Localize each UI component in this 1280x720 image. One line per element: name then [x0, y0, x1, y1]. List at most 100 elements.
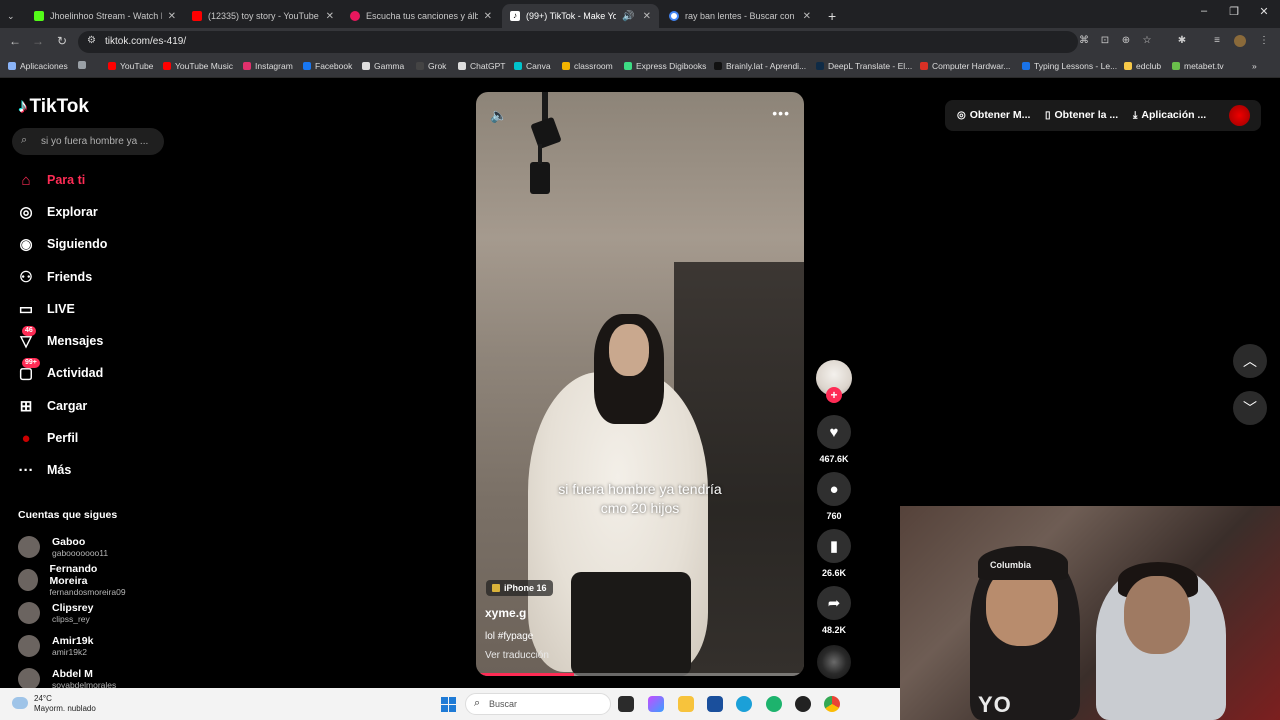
chrome-icon[interactable] — [824, 696, 840, 712]
desktop-app-button[interactable]: ⤓ Aplicación ... — [1133, 109, 1206, 121]
close-icon[interactable]: ✕ — [643, 11, 651, 22]
video-caption: si fuera hombre ya tendría cmo 20 hijos — [558, 481, 722, 516]
weather-temperature[interactable]: 24°C — [34, 694, 52, 703]
app-dark-icon[interactable] — [795, 696, 811, 712]
profile-avatar-icon[interactable] — [1234, 35, 1246, 47]
tiktok-logo[interactable]: ♪ TikTok — [18, 96, 89, 118]
sidebar-item-más[interactable]: ··· Más — [16, 457, 72, 483]
save-button[interactable]: ▮ 26.6K — [816, 529, 852, 578]
bookmark-favicon-icon — [514, 62, 522, 70]
cloud-weather-icon[interactable] — [12, 697, 28, 709]
comment-button[interactable]: ● 760 — [816, 472, 852, 521]
volume-icon[interactable]: 🔈 — [490, 107, 507, 124]
close-icon[interactable]: ✕ — [168, 11, 176, 22]
video-player[interactable]: 🔈 ••• si fuera hombre ya tendría cmo 20 … — [476, 92, 804, 676]
browser-tab[interactable]: Escucha tus canciones y álbum ✕ — [342, 4, 500, 28]
following-account-item[interactable]: Fernando Moreira fernandosmoreira09 — [18, 563, 128, 597]
more-options-icon[interactable]: ••• — [772, 105, 790, 121]
site-info-icon[interactable]: ⚙ — [87, 35, 96, 46]
bookmark-item[interactable]: Express Digibooks — [624, 61, 706, 71]
close-icon[interactable]: ✕ — [803, 11, 811, 22]
bookmark-item[interactable]: edclub — [1124, 61, 1161, 71]
bookmark-item[interactable]: Computer Hardwar... — [920, 61, 1010, 71]
bookmark-item[interactable]: metabet.tv — [1172, 61, 1224, 71]
video-progress-bar[interactable] — [476, 673, 804, 676]
device-tag[interactable]: iPhone 16 — [486, 580, 553, 596]
media-control-icon[interactable]: ≡ — [1211, 35, 1223, 47]
menu-dots-icon[interactable]: ⋮ — [1258, 35, 1270, 47]
bookmark-item[interactable]: YouTube — [108, 61, 153, 71]
sidebar-item-actividad[interactable]: ▢ 99+ Actividad — [16, 358, 103, 386]
task-view-icon[interactable] — [618, 696, 634, 712]
app-e-icon[interactable] — [766, 696, 782, 712]
bookmark-item[interactable]: Facebook — [303, 61, 352, 71]
previous-video-button[interactable]: ︿ — [1233, 344, 1267, 378]
user-avatar[interactable] — [1229, 105, 1250, 126]
bookmark-item[interactable]: Gamma — [362, 61, 404, 71]
sidebar-item-mensajes[interactable]: ▽ 46 Mensajes — [16, 326, 103, 354]
sidebar-item-live[interactable]: ▭ LIVE — [16, 296, 75, 322]
tab-search-button[interactable]: ⌄ — [2, 4, 24, 28]
extensions-icon[interactable]: ✱ — [1176, 35, 1188, 47]
address-bar[interactable]: ⚙ tiktok.com/es-419/ — [78, 31, 1078, 53]
copilot-icon[interactable] — [648, 696, 664, 712]
reload-icon[interactable]: ↻ — [54, 34, 70, 48]
bookmark-item[interactable]: Aplicaciones — [8, 61, 68, 71]
forward-icon[interactable]: → — [30, 34, 46, 48]
file-explorer-icon[interactable] — [678, 696, 694, 712]
bookmark-item[interactable]: YouTube Music — [163, 61, 233, 71]
taskbar-search-input[interactable]: ⌕ Buscar — [465, 693, 611, 715]
browser-tab[interactable]: Jhoelinhoo Stream - Watch Live ✕ — [26, 4, 184, 28]
bookmark-item[interactable]: Canva — [514, 61, 551, 71]
bookmarks-overflow-icon[interactable]: » — [1252, 61, 1257, 71]
ceiling-lamp-graphic — [530, 92, 561, 194]
search-input[interactable]: ⌕ si yo fuera hombre ya ... — [12, 128, 164, 155]
bookmark-item[interactable]: Instagram — [243, 61, 293, 71]
install-icon[interactable]: ⊡ — [1099, 35, 1111, 47]
bookmark-star-icon[interactable]: ☆ — [1141, 35, 1153, 47]
back-icon[interactable]: ← — [7, 34, 23, 48]
video-author[interactable]: xyme.g — [485, 606, 526, 620]
windows-start-icon[interactable] — [441, 697, 456, 712]
edge-icon[interactable] — [736, 696, 752, 712]
following-account-item[interactable]: Amir19k amir19k2 — [18, 631, 93, 661]
bookmark-item[interactable]: DeepL Translate - El... — [816, 61, 912, 71]
zoom-icon[interactable]: ⊕ — [1120, 35, 1132, 47]
sidebar-item-friends[interactable]: ⚇ Friends — [16, 264, 92, 290]
new-tab-button[interactable]: + — [820, 4, 840, 28]
restore-icon[interactable]: ❐ — [1224, 5, 1244, 18]
translate-icon[interactable]: ⌘ — [1078, 35, 1090, 47]
weather-description[interactable]: Mayorm. nublado — [34, 704, 96, 713]
get-app-button[interactable]: ▯ Obtener la ... — [1045, 109, 1118, 121]
like-button[interactable]: ♥ 467.6K — [816, 415, 852, 464]
follow-plus-icon[interactable]: + — [826, 387, 842, 403]
close-icon[interactable]: ✕ — [484, 11, 492, 22]
sidebar-item-perfil[interactable]: ● Perfil — [16, 425, 78, 451]
minimize-icon[interactable]: – — [1194, 5, 1214, 17]
sidebar-item-explorar[interactable]: ◎ Explorar — [16, 199, 97, 225]
bookmark-item[interactable]: Grok — [416, 61, 446, 71]
bookmark-item[interactable] — [78, 61, 90, 69]
following-account-item[interactable]: Clipsrey clipss_rey — [18, 598, 93, 628]
share-button[interactable]: ➦ 48.2K — [816, 586, 852, 635]
bookmark-item[interactable]: ChatGPT — [458, 61, 505, 71]
sidebar-item-para-ti[interactable]: ⌂ Para ti — [16, 167, 85, 193]
close-icon[interactable]: ✕ — [326, 11, 334, 22]
browser-tab-active[interactable]: ♪ (99+) TikTok - Make Your Da 🔊 ✕ — [502, 4, 659, 28]
sidebar-item-cargar[interactable]: ⊞ Cargar — [16, 393, 88, 419]
next-video-button[interactable]: ﹀ — [1233, 391, 1267, 425]
sidebar-item-siguiendo[interactable]: ◉ Siguiendo — [16, 231, 107, 257]
browser-tab[interactable]: (12335) toy story - YouTube ✕ — [184, 4, 342, 28]
speaker-icon[interactable]: 🔊 — [622, 11, 634, 22]
following-account-item[interactable]: Gaboo gabooooooo11 — [18, 532, 108, 562]
bookmark-item[interactable]: classroom — [562, 61, 613, 71]
see-translation-link[interactable]: Ver traducción — [485, 650, 549, 661]
bookmark-favicon-icon — [458, 62, 466, 70]
get-coins-button[interactable]: ◎ Obtener M... — [957, 109, 1030, 121]
bookmark-item[interactable]: Typing Lessons - Le... — [1022, 61, 1117, 71]
music-disc-icon[interactable] — [817, 645, 851, 679]
bookmark-item[interactable]: Brainly.lat - Aprendi... — [714, 61, 806, 71]
store-icon[interactable] — [707, 696, 723, 712]
close-window-icon[interactable]: ✕ — [1254, 5, 1274, 18]
browser-tab[interactable]: ray ban lentes - Buscar con Go ✕ — [661, 4, 819, 28]
